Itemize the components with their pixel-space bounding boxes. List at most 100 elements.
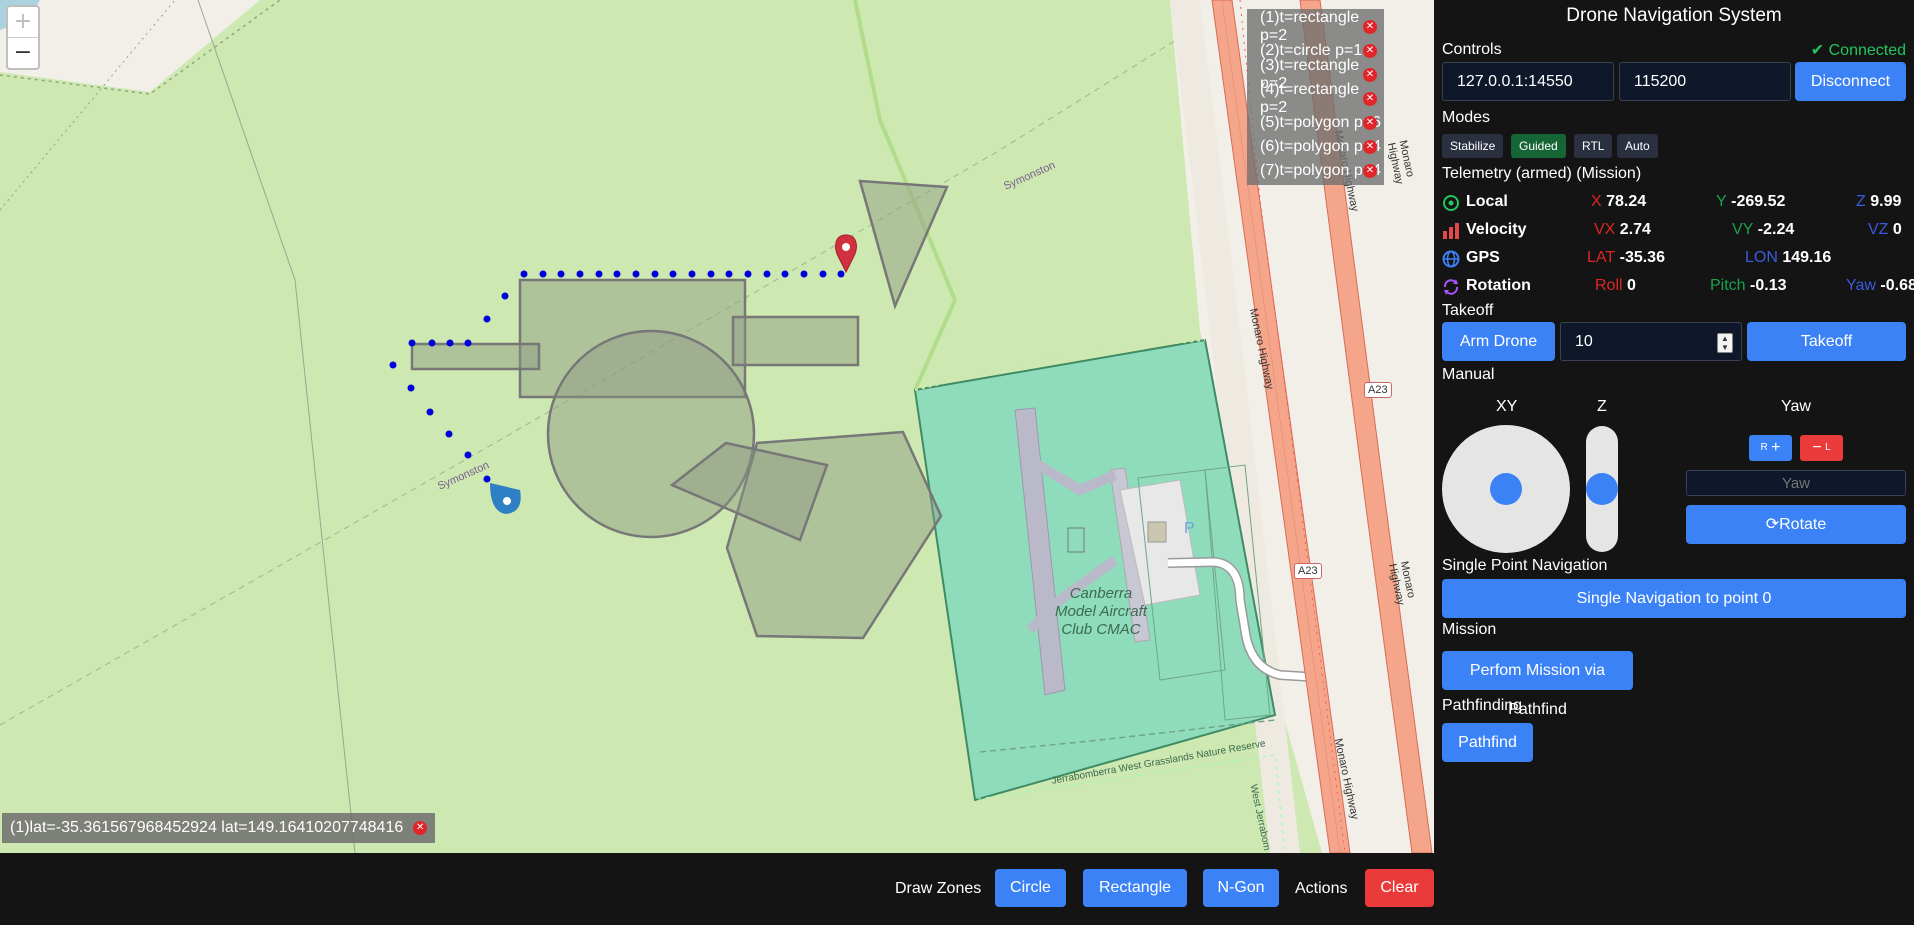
local-y-value: Y -269.52 bbox=[1716, 193, 1785, 211]
yaw-left-label: L bbox=[1825, 442, 1831, 453]
yaw-left-button[interactable]: − L bbox=[1800, 435, 1843, 461]
zoom-in-button[interactable]: + bbox=[8, 7, 38, 38]
draw-ngon-button[interactable]: N-Gon bbox=[1203, 869, 1279, 907]
pathfind-button[interactable]: Pathfind bbox=[1442, 723, 1533, 762]
telemetry-gps-row: GPS LAT -35.36 LON 149.16 bbox=[1442, 247, 1906, 271]
refresh-icon: ⟳ bbox=[1765, 516, 1780, 533]
gps-lon: 149.16 bbox=[1782, 249, 1832, 266]
rotation-yaw-key: Yaw bbox=[1846, 277, 1876, 294]
telemetry-local-row: Local X 78.24 Y -269.52 Z 9.99 bbox=[1442, 191, 1906, 215]
rotate-button-label: Rotate bbox=[1779, 516, 1827, 533]
drone-marker-icon bbox=[490, 483, 521, 514]
spinner-icon[interactable]: ▲ ▼ bbox=[1717, 333, 1733, 353]
single-navigation-button[interactable]: Single Navigation to point 0 bbox=[1442, 579, 1906, 618]
pathfinding-label: Pathfinding bbox=[1442, 697, 1523, 714]
bottom-toolbar: Draw Zones Circle Rectangle N-Gon Action… bbox=[0, 853, 1434, 925]
zone-rect-4 bbox=[731, 315, 860, 367]
z-label: Z bbox=[1597, 398, 1607, 415]
yaw-right-label: R bbox=[1760, 442, 1768, 453]
rotation-pitch-value: Pitch -0.13 bbox=[1710, 277, 1787, 295]
zone-polygon-6 bbox=[858, 179, 949, 310]
waypoint-label: (1)lat=-35.361567968452924 lat=149.16410… bbox=[10, 819, 404, 836]
plus-icon: + bbox=[1771, 439, 1781, 456]
club-label-line: Canberra bbox=[1069, 585, 1133, 602]
zoom-out-button[interactable]: − bbox=[8, 38, 38, 68]
zone-list: (1)t=rectangle p=2 ✕ (2)t=circle p=1 ✕ (3)… bbox=[1247, 9, 1384, 185]
rotation-roll: 0 bbox=[1627, 277, 1636, 294]
draw-rectangle-button[interactable]: Rectangle bbox=[1083, 869, 1187, 907]
waypoint-item: (1)lat=-35.361567968452924 lat=149.16410… bbox=[2, 813, 436, 843]
gps-label: GPS bbox=[1466, 249, 1500, 266]
map-canvas[interactable] bbox=[0, 0, 1434, 853]
rotation-roll-value: Roll 0 bbox=[1595, 277, 1636, 295]
telemetry-velocity-row: Velocity VX 2.74 VY -2.24 VZ 0 bbox=[1442, 219, 1906, 243]
local-z-value: Z 9.99 bbox=[1856, 193, 1901, 211]
control-panel: Drone Navigation System Controls ✔ Conne… bbox=[1434, 0, 1914, 925]
remove-zone-icon[interactable]: ✕ bbox=[1363, 68, 1377, 82]
rotation-yaw-value: Yaw -0.68 bbox=[1846, 277, 1914, 295]
zone-list-item: (5)t=polygon p=6 ✕ bbox=[1247, 111, 1384, 135]
yaw-right-button[interactable]: R + bbox=[1749, 435, 1792, 461]
velocity-vx-value: VX 2.74 bbox=[1594, 221, 1651, 239]
mode-stabilize-button[interactable]: Stabilize bbox=[1442, 134, 1504, 158]
rotation-pitch-key: Pitch bbox=[1710, 277, 1746, 294]
zone-list-item: (1)t=rectangle p=2 ✕ bbox=[1247, 9, 1384, 44]
velocity-vy-key: VY bbox=[1732, 221, 1754, 238]
arm-drone-button[interactable]: Arm Drone bbox=[1442, 322, 1555, 361]
remove-zone-icon[interactable]: ✕ bbox=[1363, 116, 1377, 130]
local-y: -269.52 bbox=[1731, 193, 1786, 210]
local-x: 78.24 bbox=[1606, 193, 1647, 210]
rotation-yaw: -0.68 bbox=[1880, 277, 1914, 294]
local-x-key: X bbox=[1591, 193, 1602, 210]
remove-zone-icon[interactable]: ✕ bbox=[1363, 20, 1377, 34]
remove-zone-icon[interactable]: ✕ bbox=[1363, 44, 1377, 58]
check-circle-icon: ✔ bbox=[1810, 42, 1825, 59]
perform-mission-button[interactable]: Perfom Mission via Pathfind bbox=[1442, 651, 1633, 718]
gps-lat: -35.36 bbox=[1619, 249, 1665, 266]
map-label-a23: A23 bbox=[1364, 382, 1392, 398]
telemetry-label: Telemetry (armed) (Mission) bbox=[1442, 165, 1642, 182]
xy-joystick[interactable] bbox=[1442, 425, 1570, 553]
z-slider[interactable] bbox=[1586, 426, 1618, 552]
mode-auto-button[interactable]: Auto bbox=[1617, 134, 1658, 158]
remove-zone-icon[interactable]: ✕ bbox=[1363, 140, 1377, 154]
parking-icon: P bbox=[1184, 520, 1195, 537]
draw-circle-button[interactable]: Circle bbox=[995, 869, 1066, 907]
mission-label: Mission bbox=[1442, 621, 1497, 638]
map-view[interactable]: Symonston Symonston Monaro Highway Monar… bbox=[0, 0, 1434, 853]
takeoff-label: Takeoff bbox=[1442, 302, 1494, 319]
yaw-label: Yaw bbox=[1781, 398, 1811, 415]
zone-list-item: (7)t=polygon p=4 ✕ bbox=[1247, 159, 1384, 183]
local-label: Local bbox=[1466, 193, 1508, 210]
remove-zone-icon[interactable]: ✕ bbox=[1363, 92, 1377, 106]
destination-marker-icon bbox=[835, 234, 857, 274]
remove-waypoint-icon[interactable]: ✕ bbox=[413, 821, 428, 835]
remove-zone-icon[interactable]: ✕ bbox=[1363, 164, 1377, 178]
map-label-club: Canberra Model Aircraft Club CMAC bbox=[1055, 585, 1147, 639]
local-y-key: Y bbox=[1716, 193, 1727, 210]
z-slider-knob[interactable] bbox=[1586, 473, 1618, 505]
altitude-input[interactable]: 10 ▲ ▼ bbox=[1560, 322, 1742, 361]
takeoff-button[interactable]: Takeoff bbox=[1747, 322, 1906, 361]
mode-rtl-button[interactable]: RTL bbox=[1574, 134, 1613, 158]
club-label-line: Club CMAC bbox=[1061, 621, 1141, 638]
yaw-input[interactable] bbox=[1686, 470, 1906, 496]
draw-zones-label: Draw Zones bbox=[895, 880, 982, 897]
zone-list-item: (6)t=polygon p=4 ✕ bbox=[1247, 135, 1384, 159]
altitude-value: 10 bbox=[1575, 332, 1593, 350]
bar-chart-icon bbox=[1443, 223, 1459, 239]
address-input[interactable]: 127.0.0.1:14550 bbox=[1442, 62, 1614, 101]
minus-icon: − bbox=[1812, 439, 1822, 456]
rotation-label: Rotation bbox=[1466, 277, 1531, 294]
map-label-a23: A23 bbox=[1294, 563, 1322, 579]
baud-input[interactable]: 115200 bbox=[1619, 62, 1791, 101]
rotate-button[interactable]: ⟳Rotate bbox=[1686, 505, 1906, 544]
single-point-label: Single Point Navigation bbox=[1442, 557, 1608, 574]
clear-button[interactable]: Clear bbox=[1365, 869, 1434, 907]
mode-guided-button[interactable]: Guided bbox=[1511, 134, 1566, 158]
xy-joystick-knob[interactable] bbox=[1490, 473, 1522, 505]
rotation-roll-key: Roll bbox=[1595, 277, 1623, 294]
club-label-line: Model Aircraft bbox=[1055, 603, 1147, 620]
disconnect-button[interactable]: Disconnect bbox=[1795, 62, 1906, 101]
velocity-vz-value: VZ 0 bbox=[1868, 221, 1902, 239]
